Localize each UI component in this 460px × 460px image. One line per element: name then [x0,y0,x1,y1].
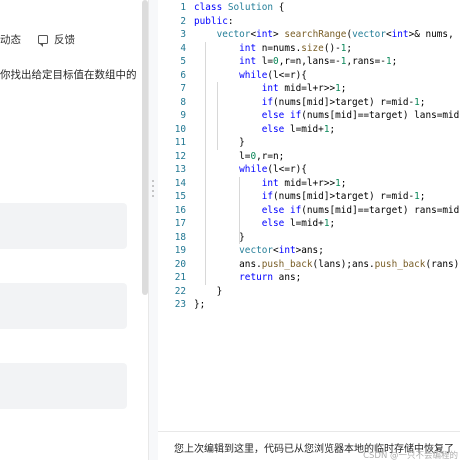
code-line[interactable]: }; [194,298,205,312]
code-line[interactable]: else l=mid+1; [194,217,335,231]
line-number: 18 [174,231,186,243]
line-number: 14 [174,177,186,189]
code-editor[interactable]: 1 2 3 4 5 6 7 8 9 10 11 12 13 14 15 16 17 18 19 20 21 22 23 cl… [158,0,460,460]
code-line[interactable]: vector<int> searchRange(vector<int>& num… [194,28,460,42]
code-line[interactable]: ans.push_back(lans);ans.push_back(rans); [194,258,460,272]
code-line[interactable]: else if(nums[mid]==target) rans=mid,l [194,204,460,218]
code-line[interactable]: vector<int>ans; [194,244,324,258]
description-tab-bar: 动态 反馈 [0,26,148,52]
feedback-icon [38,34,48,47]
line-number: 19 [174,245,186,256]
watermark: CSDN @一只不会编程的 [363,451,458,460]
code-line[interactable]: } [194,136,245,150]
editor-status-bar: 您上次编辑到这里，代码已从您浏览器本地的临时存储中恢复了 CSDN @一只不会编… [158,431,460,460]
line-number: 11 [174,137,186,148]
code-line[interactable]: if(nums[mid]>target) r=mid-1; [194,96,426,110]
line-number: 15 [174,191,186,202]
grip-dot [152,195,154,197]
problem-statement-snippet: 你找出给定目标值在数组中的 [0,69,137,81]
tab-activity-label: 动态 [0,33,21,46]
grip-dot [152,190,154,192]
tab-feedback-label: 反馈 [54,33,75,46]
content-card [0,283,127,329]
code-line[interactable]: else if(nums[mid]==target) lans=mid,r [194,109,460,123]
line-number: 8 [180,96,186,108]
line-number: 10 [174,123,186,135]
content-card [0,363,127,409]
code-line[interactable]: if(nums[mid]>target) r=mid-1; [194,190,426,204]
line-number: 2 [180,15,186,27]
line-number: 17 [174,218,186,229]
line-number: 21 [174,272,186,283]
line-number: 7 [180,83,186,94]
code-line[interactable]: return ans; [194,271,301,285]
code-line[interactable]: } [194,285,223,299]
code-line[interactable]: while(l<=r){ [194,163,307,177]
content-card [0,203,127,249]
code-line[interactable]: int l=0,r=n,lans=-1,rans=-1; [194,55,397,69]
code-line[interactable]: else l=mid+1; [194,123,335,137]
line-number: 23 [174,299,186,310]
line-number: 3 [180,29,186,40]
grip-dot [152,180,154,182]
code-line[interactable]: int n=nums.size()-1; [194,42,352,56]
tab-activity[interactable]: 动态 [0,26,21,52]
line-number: 13 [174,164,186,175]
code-line[interactable]: public: [194,15,234,29]
grip-dot [152,185,154,187]
line-number: 4 [180,42,186,54]
line-number: 9 [180,110,186,121]
tab-feedback[interactable]: 反馈 [38,26,75,52]
panel-resize-handle[interactable] [148,0,158,460]
code-line[interactable]: int mid=l+r>>1; [194,177,347,191]
line-number: 1 [180,2,186,13]
code-line[interactable]: l=0,r=n; [194,150,284,164]
line-number-gutter: 1 2 3 4 5 6 7 8 9 10 11 12 13 14 15 16 17 18 19 20 21 22 23 [158,0,186,430]
code-line[interactable]: int mid=l+r>>1; [194,82,347,96]
code-line[interactable]: while(l<=r){ [194,69,307,83]
code-line[interactable]: class Solution { [194,1,284,15]
problem-description-panel: 动态 反馈 你找出给定目标值在数组中的 [0,0,148,460]
line-number: 22 [174,285,186,297]
line-number: 6 [180,69,186,81]
line-number: 12 [174,150,186,162]
line-number: 16 [174,204,186,216]
line-number: 5 [180,56,186,67]
line-number: 20 [174,258,186,270]
code-line[interactable]: } [194,231,245,245]
